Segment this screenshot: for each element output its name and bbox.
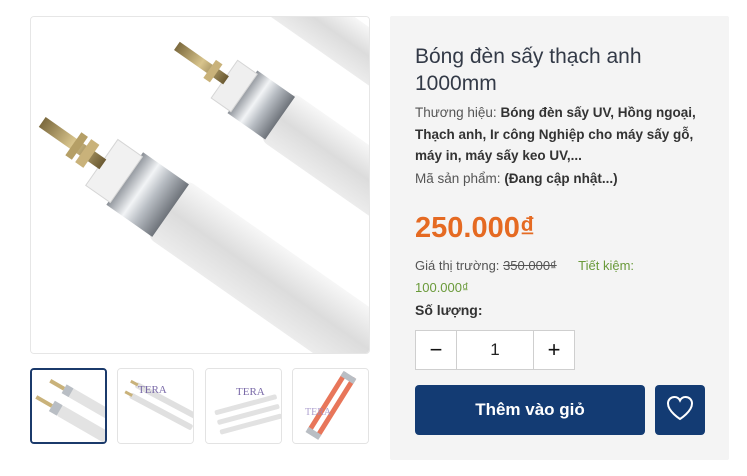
- quantity-input[interactable]: 1: [456, 331, 534, 369]
- decrease-quantity-button[interactable]: −: [416, 331, 456, 369]
- sku-value: (Đang cập nhật...): [504, 171, 618, 186]
- thumbnail-logo: TERA: [305, 407, 332, 418]
- thumbnail-2[interactable]: TERA: [117, 368, 194, 444]
- market-price-value: 350.000₫: [503, 258, 557, 273]
- thumbnail-4[interactable]: TERA: [292, 368, 369, 444]
- savings-label: Tiết kiệm:: [578, 258, 635, 273]
- sku-label: Mã sản phẩm:: [415, 171, 501, 186]
- quantity-stepper: − 1 +: [415, 330, 575, 370]
- product-title: Bóng đèn sấy thạch anh 1000mm: [415, 45, 642, 95]
- add-to-cart-button[interactable]: Thêm vào giỏ: [415, 385, 645, 435]
- thumbnail-logo: TERA: [236, 386, 265, 398]
- brand-info: Thương hiệu: Bóng đèn sấy UV, Hồng ngoại…: [415, 102, 715, 167]
- thumbnail-logo: TERA: [138, 384, 167, 396]
- thumbnail-3[interactable]: TERA: [205, 368, 282, 444]
- product-price: 250.000₫: [415, 212, 535, 244]
- brand-label: Thương hiệu:: [415, 105, 497, 120]
- savings-value: 100.000₫: [415, 280, 469, 295]
- product-info-panel: Bóng đèn sấy thạch anh 1000mm Thương hiệ…: [390, 16, 729, 460]
- thumbnail-1[interactable]: [30, 368, 107, 444]
- quantity-label: Số lượng:: [415, 302, 483, 318]
- market-price-info: Giá thị trường: 350.000₫ Tiết kiệm: 100.…: [415, 255, 715, 299]
- wishlist-button[interactable]: [655, 385, 705, 435]
- heart-icon: [665, 394, 695, 427]
- main-product-image[interactable]: [30, 16, 370, 354]
- market-price-label: Giá thị trường:: [415, 258, 500, 273]
- thumbnail-strip: TERA TERA TERA: [30, 368, 370, 444]
- sku-info: Mã sản phẩm: (Đang cập nhật...): [415, 171, 618, 186]
- increase-quantity-button[interactable]: +: [534, 331, 574, 369]
